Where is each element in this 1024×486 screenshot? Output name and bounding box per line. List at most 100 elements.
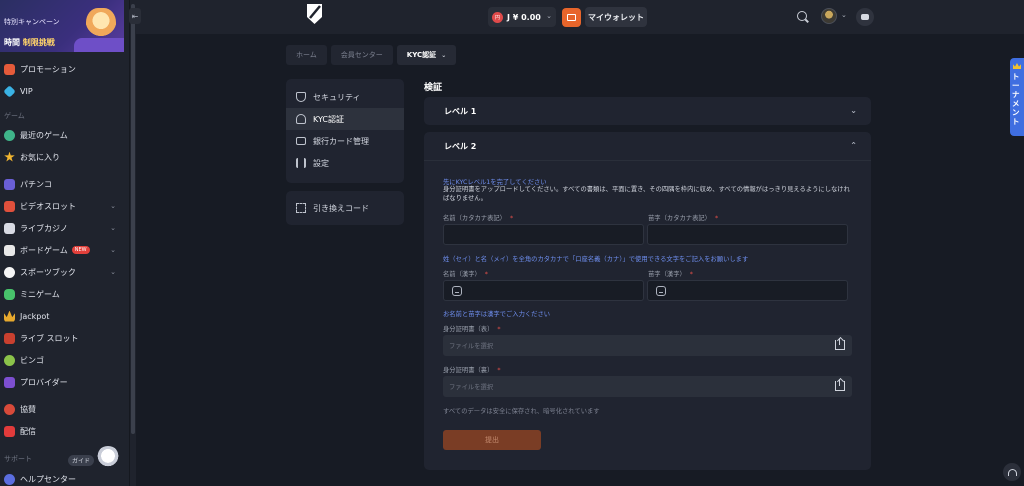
first-name-kana-input[interactable] xyxy=(443,224,644,245)
menu-item-label: 銀行カード管理 xyxy=(313,136,369,146)
first-name-kanji-input[interactable] xyxy=(443,280,644,301)
headset-icon xyxy=(1007,468,1017,476)
stream-icon xyxy=(4,425,15,437)
keyboard-icon xyxy=(452,286,462,296)
last-name-kana-input[interactable] xyxy=(647,224,848,245)
id-front-label: 身分証明書（表） * xyxy=(443,326,501,333)
kanji-note: お名前と苗字は漢字でご入力ください xyxy=(443,311,551,318)
sidebar-item-label: ボードゲーム xyxy=(20,245,68,255)
chevron-down-icon: ⌄ xyxy=(110,202,116,210)
chevron-up-icon: ⌃ xyxy=(850,141,857,150)
site-logo-icon[interactable] xyxy=(306,3,323,25)
sidebar-item-bingo[interactable]: ビンゴ xyxy=(0,350,124,370)
level2-title: レベル 2 xyxy=(444,141,477,151)
sidebar-item-recent-games[interactable]: 最近のゲーム xyxy=(0,125,124,145)
breadcrumb-home[interactable]: ホーム xyxy=(286,45,327,65)
chat-icon xyxy=(861,14,869,20)
menu-item-settings[interactable]: 設定 xyxy=(286,152,404,174)
gamepad-icon xyxy=(4,288,15,300)
menu-item-label: 設定 xyxy=(313,158,329,168)
shield-icon xyxy=(296,92,306,102)
breadcrumb-member-center[interactable]: 会員センター xyxy=(330,45,393,65)
promo-banner[interactable]: 特別キャンペーン 時間 制限挑戦 xyxy=(0,0,124,52)
sidebar-item-stream[interactable]: 配信 xyxy=(0,421,124,441)
bingo-icon xyxy=(4,354,15,366)
id-back-label: 身分証明書（裏） * xyxy=(443,367,501,374)
avatar[interactable] xyxy=(821,8,837,24)
sidebar-item-label: 協賛 xyxy=(20,404,36,414)
id-front-upload[interactable]: ファイルを選択 xyxy=(443,335,852,356)
last-name-kana-label: 苗字（カタカナ表記） * xyxy=(648,215,719,222)
provider-icon xyxy=(4,376,15,388)
level2-body xyxy=(424,160,871,161)
crown-icon xyxy=(4,310,15,322)
sidebar-item-pachinko[interactable]: パチンコ xyxy=(0,174,124,194)
menu-item-security[interactable]: セキュリティ xyxy=(286,86,404,108)
chevron-down-icon[interactable]: ⌄ xyxy=(841,11,847,19)
chevron-down-icon: ⌄ xyxy=(441,51,447,59)
sidebar-item-help-center[interactable]: ヘルプセンター xyxy=(0,469,124,486)
banner-line2: 時間 制限挑戦 xyxy=(4,38,55,47)
gift-icon xyxy=(4,63,15,75)
banner-line1: 特別キャンペーン xyxy=(4,18,60,26)
sidebar-item-providers[interactable]: プロバイダー xyxy=(0,372,124,392)
my-wallet-button[interactable]: マイウォレット xyxy=(585,7,647,27)
chevron-down-icon: ⌄ xyxy=(546,12,552,20)
upload-instructions: 身分証明書をアップロードしてください。すべての書類は、平面に置き、その四隅を枠内… xyxy=(443,186,850,202)
upload-icon xyxy=(835,338,845,350)
redeem-code-item[interactable]: 引き換えコード xyxy=(286,191,404,225)
sidebar-item-vip[interactable]: VIP xyxy=(0,81,124,101)
sidebar-item-board-games[interactable]: ボードゲーム NEW ⌄ xyxy=(0,240,124,260)
sidebar-item-favorites[interactable]: お気に入り xyxy=(0,147,124,167)
level2-header[interactable]: レベル 2 ⌃ xyxy=(424,132,871,160)
sidebar-item-label: Jackpot xyxy=(20,311,50,321)
yen-coin-icon: 円 xyxy=(492,11,503,23)
search-icon[interactable] xyxy=(797,11,807,21)
sidebar-item-promotion[interactable]: プロモーション xyxy=(0,59,124,79)
sidebar-item-label: VIP xyxy=(20,86,33,96)
menu-item-kyc[interactable]: KYC認証 xyxy=(286,108,404,130)
menu-item-label: KYC認証 xyxy=(313,114,344,124)
level1-title: レベル 1 xyxy=(444,106,477,116)
chat-button[interactable] xyxy=(856,8,874,26)
scrollbar-thumb[interactable] xyxy=(131,4,135,434)
level1-header[interactable]: レベル 1 ⌄ xyxy=(424,97,871,125)
wallet-balance-selector[interactable]: 円 J ¥ 0.00 ⌄ xyxy=(488,7,556,27)
menu-item-bank-cards[interactable]: 銀行カード管理 xyxy=(286,130,404,152)
page-title: 検証 xyxy=(424,83,443,93)
submit-button[interactable]: 提出 xyxy=(443,430,541,450)
chevron-down-icon: ⌄ xyxy=(110,224,116,232)
id-back-upload[interactable]: ファイルを選択 xyxy=(443,376,852,397)
tournament-tab[interactable]: トーナメント xyxy=(1010,58,1024,136)
sidebar-item-mini-games[interactable]: ミニゲーム xyxy=(0,284,124,304)
breadcrumb-current-label: KYC認証 xyxy=(406,51,437,59)
guide-chip[interactable]: ガイド xyxy=(68,455,95,466)
sidebar-item-sponsor[interactable]: 協賛 xyxy=(0,399,124,419)
sidebar-item-live-casino[interactable]: ライブカジノ ⌄ xyxy=(0,218,124,238)
section-games-label: ゲーム xyxy=(4,112,25,120)
first-name-kanji-label: 名前（漢字） * xyxy=(443,271,488,278)
secure-data-note: すべてのデータは安全に保存され、暗号化されています xyxy=(443,408,600,415)
soccer-ball-icon xyxy=(4,266,15,278)
breadcrumb-current[interactable]: KYC認証 ⌄ xyxy=(396,45,457,65)
wallet-amount: J ¥ 0.00 xyxy=(507,12,541,22)
sidebar-scrollbar[interactable] xyxy=(130,0,136,486)
pachinko-icon xyxy=(4,178,15,190)
customer-support-button[interactable] xyxy=(1003,463,1021,481)
collapse-sidebar-button[interactable]: ⇤ xyxy=(129,8,141,24)
deposit-button[interactable] xyxy=(562,8,581,27)
sidebar-item-live-slots[interactable]: ライブ スロット xyxy=(0,328,124,348)
last-name-kanji-input[interactable] xyxy=(647,280,848,301)
collapse-icon: ⇤ xyxy=(131,11,139,21)
id-back-placeholder: ファイルを選択 xyxy=(449,384,494,391)
sidebar-item-video-slots[interactable]: ビデオスロット ⌄ xyxy=(0,196,124,216)
sidebar-item-label: ライブ スロット xyxy=(20,333,79,343)
level1-accordion[interactable]: レベル 1 ⌄ xyxy=(424,97,871,125)
sidebar-item-sportsbook[interactable]: スポーツブック ⌄ xyxy=(0,262,124,282)
account-menu: セキュリティ KYC認証 銀行カード管理 設定 xyxy=(286,79,404,183)
sidebar-item-label: ビンゴ xyxy=(20,355,44,365)
diamond-icon xyxy=(3,84,16,98)
star-icon xyxy=(4,151,15,162)
sidebar-item-jackpot[interactable]: Jackpot xyxy=(0,306,124,326)
keyboard-icon xyxy=(656,286,666,296)
